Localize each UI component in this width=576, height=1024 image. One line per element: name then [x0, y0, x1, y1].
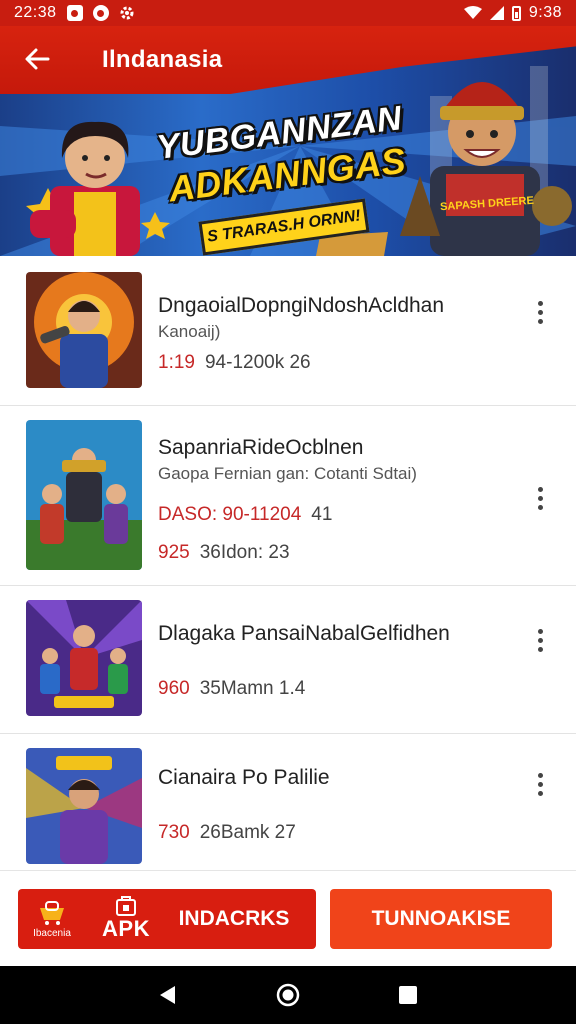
- app-meta: 730 26Bamk 27: [158, 822, 296, 844]
- back-button[interactable]: [20, 44, 54, 74]
- system-nav-bar: [0, 966, 576, 1024]
- list-item[interactable]: Cianaira Po Palilie 730 26Bamk 27: [0, 734, 576, 870]
- home-circle-icon: [276, 983, 300, 1007]
- list-item[interactable]: SapanriaRideOcblnen Gaopa Fernian gan: C…: [0, 406, 576, 586]
- app-meta: 960 35Mamn 1.4: [158, 678, 305, 700]
- store-badge: Ibacenia: [18, 889, 86, 949]
- apk-button-label: INDACRKS: [178, 907, 290, 930]
- app-title[interactable]: Cianaira Po Palilie: [158, 766, 330, 790]
- apk-badge: APK: [86, 896, 166, 942]
- settings-icon: [120, 6, 134, 20]
- hero-banner[interactable]: Ilndanasia YUBGANNZAN ADKANNGAS S TRARAS…: [0, 26, 576, 256]
- app-artwork: [26, 600, 142, 716]
- bottom-action-bar: Ibacenia APK INDACRKS TUNNOAKISE: [0, 870, 576, 966]
- location-icon: [92, 5, 109, 21]
- app-meta-accent: 730: [158, 822, 190, 843]
- recents-square-icon: [399, 986, 417, 1004]
- app-meta-text: 35Mamn 1.4: [199, 678, 306, 699]
- status-left: 22:38: [14, 4, 135, 22]
- app-list: DngaoialDopngiNdoshAcldhan Kanoaij) 1:19…: [0, 256, 576, 870]
- app-artwork: [26, 748, 142, 864]
- shop-icon: [40, 900, 64, 925]
- app-meta-text: 41: [311, 504, 333, 525]
- app-subtitle: Gaopa Fernian gan: Cotanti Sdtai): [158, 464, 417, 483]
- more-options-icon[interactable]: [528, 480, 552, 516]
- primary-action-button[interactable]: TUNNOAKISE: [330, 889, 552, 949]
- hero-character-right: [400, 82, 572, 256]
- apk-label: APK: [102, 916, 150, 941]
- nav-recents-button[interactable]: [388, 975, 428, 1015]
- apk-small-label: Ibacenia: [33, 927, 71, 939]
- app-meta-accent: 960: [158, 678, 190, 699]
- app-thumbnail[interactable]: [26, 600, 142, 716]
- back-triangle-icon: [160, 986, 175, 1004]
- list-item[interactable]: DngaoialDopngiNdoshAcldhan Kanoaij) 1:19…: [0, 256, 576, 406]
- app-thumbnail[interactable]: [26, 748, 142, 864]
- app-meta-text: 36Idon: 23: [199, 542, 290, 563]
- more-options-icon[interactable]: [528, 622, 552, 658]
- list-item[interactable]: Dlagaka PansaiNabalGelfidhen 960 35Mamn 1…: [0, 586, 576, 734]
- battery-icon: [511, 5, 521, 21]
- app-meta: DASO: 90-11204 41: [158, 504, 332, 526]
- more-options-icon[interactable]: [528, 294, 552, 330]
- app-artwork: [26, 420, 142, 570]
- apk-download-button[interactable]: Ibacenia APK INDACRKS: [18, 889, 316, 949]
- app-meta-text: 26Bamk 27: [199, 822, 296, 843]
- arrow-left-icon: [25, 48, 50, 70]
- status-right: 9:38: [463, 4, 562, 22]
- status-time-right: 9:38: [528, 4, 562, 21]
- wifi-icon: [463, 6, 482, 19]
- notification-icon: [66, 5, 83, 21]
- nav-home-button[interactable]: [268, 975, 308, 1015]
- app-artwork: [26, 272, 142, 388]
- signal-icon: [489, 6, 504, 20]
- page-title: Ilndanasia: [102, 46, 223, 73]
- app-title[interactable]: Dlagaka PansaiNabalGelfidhen: [158, 622, 450, 646]
- hero-character-left: [30, 121, 140, 256]
- app-meta-accent: 925: [158, 542, 190, 563]
- nav-back-button[interactable]: [148, 975, 188, 1015]
- app-meta: 925 36Idon: 23: [158, 542, 290, 564]
- app-meta-accent: DASO: 90-11204: [158, 504, 302, 525]
- package-icon: [116, 896, 136, 916]
- status-bar: 22:38 9:38: [0, 0, 576, 26]
- app-title[interactable]: SapanriaRideOcblnen: [158, 436, 363, 460]
- app-thumbnail[interactable]: [26, 420, 142, 570]
- more-options-icon[interactable]: [528, 766, 552, 802]
- status-time: 22:38: [14, 4, 57, 21]
- app-meta-accent: 1:19: [158, 352, 195, 373]
- app-meta-text: 94-1200k 26: [204, 352, 311, 373]
- app-title[interactable]: DngaoialDopngiNdoshAcldhan: [158, 294, 444, 318]
- app-subtitle: Kanoaij): [158, 322, 221, 341]
- app-thumbnail[interactable]: [26, 272, 142, 388]
- app-meta: 1:19 94-1200k 26: [158, 352, 311, 374]
